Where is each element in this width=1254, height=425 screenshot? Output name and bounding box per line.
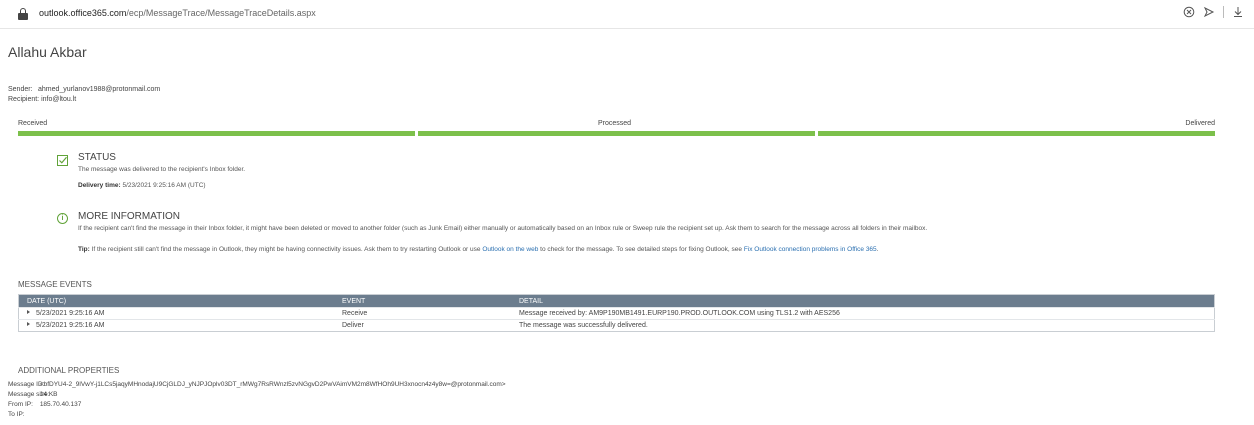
browser-toolbar-icons <box>1183 6 1244 18</box>
outlook-on-the-web-link[interactable]: Outlook on the web <box>482 246 538 253</box>
message-id-line: Message ID: <bfDYU4-2_9lVwY-j1LCs5jaqyMH… <box>8 381 506 388</box>
url-path: /ecp/MessageTrace/MessageTraceDetails.as… <box>126 8 316 18</box>
info-icon: i <box>57 213 68 224</box>
url-host: outlook.office365.com <box>39 8 127 18</box>
lock-icon[interactable] <box>18 8 28 20</box>
tip-end: . <box>876 246 879 253</box>
to-ip-line: To IP: <box>8 411 38 418</box>
sender-value: ahmed_yurlanov1988@protonmail.com <box>37 86 161 93</box>
sender-line: Sender: ahmed_yurlanov1988@protonmail.co… <box>8 86 160 93</box>
more-information-message: If the recipient can't find the message … <box>78 225 928 232</box>
stage-delivered-label: Delivered <box>1185 120 1215 127</box>
event-type: Receive <box>334 307 511 320</box>
tip-line: Tip: If the recipient still can't find t… <box>78 246 878 253</box>
message-size-line: Message size: 14 KB <box>8 391 58 398</box>
download-icon[interactable] <box>1232 6 1244 18</box>
share-icon[interactable] <box>1203 6 1215 18</box>
sender-label: Sender: <box>8 86 33 93</box>
event-detail: Message received by: AM9P190MB1491.EURP1… <box>511 307 1215 320</box>
status-message: The message was delivered to the recipie… <box>78 166 246 173</box>
table-row[interactable]: 5/23/2021 9:25:16 AM Receive Message rec… <box>18 307 1215 320</box>
table-row[interactable]: 5/23/2021 9:25:16 AM Deliver The message… <box>18 319 1215 332</box>
expand-caret-icon[interactable] <box>27 310 30 314</box>
message-events-heading: MESSAGE EVENTS <box>18 280 92 289</box>
progress-segment-delivered <box>818 131 1215 136</box>
recipient-label: Recipient: <box>8 96 40 103</box>
to-ip-label: To IP: <box>8 411 25 418</box>
event-date-cell: 5/23/2021 9:25:16 AM <box>18 319 334 332</box>
fix-outlook-connection-link[interactable]: Fix Outlook connection problems in Offic… <box>744 246 877 253</box>
progress-segment-processed <box>418 131 815 136</box>
event-type: Deliver <box>334 319 511 332</box>
event-detail: The message was successfully delivered. <box>511 319 1215 332</box>
event-date: 5/23/2021 9:25:16 AM <box>36 322 105 329</box>
message-id-label: Message ID: <box>8 381 45 388</box>
additional-properties-heading: ADDITIONAL PROPERTIES <box>18 366 120 375</box>
recipient-value: info@ltou.lt <box>41 96 77 103</box>
table-header-row: DATE (UTC) EVENT DETAIL <box>18 294 1215 308</box>
message-size-value: 14 KB <box>39 391 58 398</box>
toolbar-divider <box>1223 6 1224 18</box>
delivery-time-line: Delivery time: 5/23/2021 9:25:16 AM (UTC… <box>78 182 206 189</box>
delivery-progress-bar <box>18 131 1215 136</box>
column-header-date[interactable]: DATE (UTC) <box>19 295 335 308</box>
recipient-line: Recipient: info@ltou.lt <box>8 96 76 103</box>
message-events-table: DATE (UTC) EVENT DETAIL 5/23/2021 9:25:1… <box>18 294 1215 332</box>
stage-processed-label: Processed <box>598 120 632 127</box>
reader-mode-icon[interactable] <box>1183 6 1195 18</box>
column-header-event[interactable]: EVENT <box>334 295 511 308</box>
event-date-cell: 5/23/2021 9:25:16 AM <box>18 307 334 320</box>
event-date: 5/23/2021 9:25:16 AM <box>36 310 105 317</box>
tip-label: Tip: <box>78 246 90 253</box>
tip-text-2: to check for the message. To see detaile… <box>540 246 743 253</box>
url-text[interactable]: outlook.office365.com/ecp/MessageTrace/M… <box>39 8 316 18</box>
column-header-detail[interactable]: DETAIL <box>511 295 1215 308</box>
delivery-progress-labels: Received Processed Delivered <box>18 120 1215 130</box>
from-ip-label: From IP: <box>8 401 33 408</box>
stage-received-label: Received <box>18 120 48 127</box>
message-id-value: <bfDYU4-2_9lVwY-j1LCs5jaqyMHnodajU9CjGLD… <box>39 381 506 388</box>
message-size-label: Message size: <box>8 391 50 398</box>
expand-caret-icon[interactable] <box>27 322 30 326</box>
page-title: Allahu Akbar <box>8 44 87 60</box>
status-heading: STATUS <box>78 152 116 163</box>
checkbox-check-icon <box>57 155 68 166</box>
tip-text-1: If the recipient still can't find the me… <box>91 246 481 253</box>
browser-address-bar: outlook.office365.com/ecp/MessageTrace/M… <box>0 0 1254 29</box>
progress-segment-received <box>18 131 415 136</box>
delivery-time-value: 5/23/2021 9:25:16 AM (UTC) <box>122 182 206 189</box>
more-information-heading: MORE INFORMATION <box>78 211 181 222</box>
from-ip-line: From IP: 185.70.40.137 <box>8 401 81 408</box>
from-ip-value: 185.70.40.137 <box>39 401 82 408</box>
delivery-time-label: Delivery time: <box>78 182 121 189</box>
